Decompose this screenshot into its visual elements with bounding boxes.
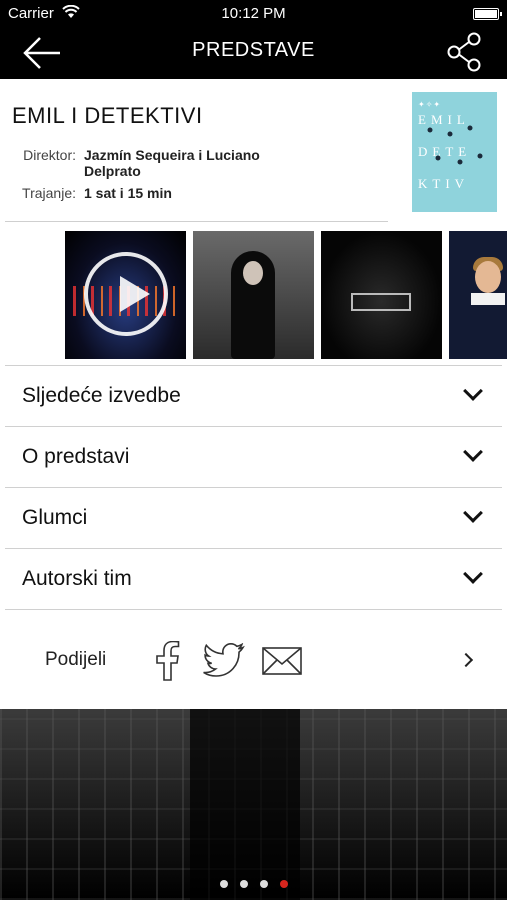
media-gallery[interactable]: [0, 231, 507, 359]
page-dot[interactable]: [259, 880, 268, 888]
duration-value: 1 sat i 15 min: [84, 185, 172, 201]
chevron-down-icon: [463, 381, 483, 401]
gallery-photo-thumb[interactable]: [193, 231, 314, 359]
divider: [5, 609, 502, 610]
page-indicator[interactable]: [0, 880, 507, 888]
chevron-down-icon: [463, 503, 483, 523]
duration-label: Trajanje:: [22, 185, 76, 201]
page-title: PREDSTAVE: [192, 39, 315, 61]
director-value: Jazmín Sequeira i Luciano Delprato: [84, 147, 260, 179]
status-time: 10:12 PM: [221, 5, 286, 22]
status-bar: Carrier 10:12 PM: [0, 0, 507, 28]
page-dot[interactable]: [219, 880, 228, 888]
mail-icon[interactable]: [262, 647, 302, 675]
accordion-label: O predstavi: [22, 445, 130, 468]
play-detail-card: EMIL I DETEKTIVI Direktor: Jazmín Sequei…: [0, 79, 507, 709]
page-dot[interactable]: [239, 880, 248, 888]
accordion-label: Autorski tim: [22, 567, 132, 590]
share-label: Podijeli: [45, 649, 107, 670]
play-info: Direktor: Jazmín Sequeira i Luciano Delp…: [14, 147, 274, 207]
accordion-cast[interactable]: Glumci: [5, 487, 502, 548]
gallery-photo-thumb[interactable]: [449, 231, 507, 359]
nav-bar: PREDSTAVE: [0, 28, 507, 78]
share-icon[interactable]: [447, 32, 483, 72]
accordion-author-team[interactable]: Autorski tim: [5, 548, 502, 609]
twitter-icon[interactable]: [203, 642, 245, 679]
play-video-icon[interactable]: [84, 252, 168, 336]
gallery-photo-thumb[interactable]: [321, 231, 442, 359]
play-poster[interactable]: ✦✧✦ EMIL DETE KTIV: [412, 92, 497, 212]
gallery-video-thumb[interactable]: [65, 231, 186, 359]
divider: [5, 221, 388, 222]
poster-figures-icon: [427, 125, 483, 165]
stage-background-image: [0, 709, 507, 900]
director-label: Direktor:: [23, 147, 76, 163]
battery-icon: [473, 8, 502, 20]
chevron-down-icon: [463, 564, 483, 584]
facebook-icon[interactable]: [153, 640, 181, 681]
accordion-about-play[interactable]: O predstavi: [5, 426, 502, 487]
chevron-down-icon: [463, 442, 483, 462]
play-title: EMIL I DETEKTIVI: [12, 103, 203, 128]
accordion-label: Sljedeće izvedbe: [22, 384, 181, 407]
accordion-label: Glumci: [22, 506, 88, 529]
page-dot-active[interactable]: [279, 880, 288, 888]
share-row: Podijeli: [0, 619, 507, 699]
chevron-right-icon[interactable]: [458, 652, 474, 668]
accordion: Sljedeće izvedbe O predstavi Glumci Auto…: [0, 365, 507, 610]
accordion-upcoming-shows[interactable]: Sljedeće izvedbe: [5, 365, 502, 426]
